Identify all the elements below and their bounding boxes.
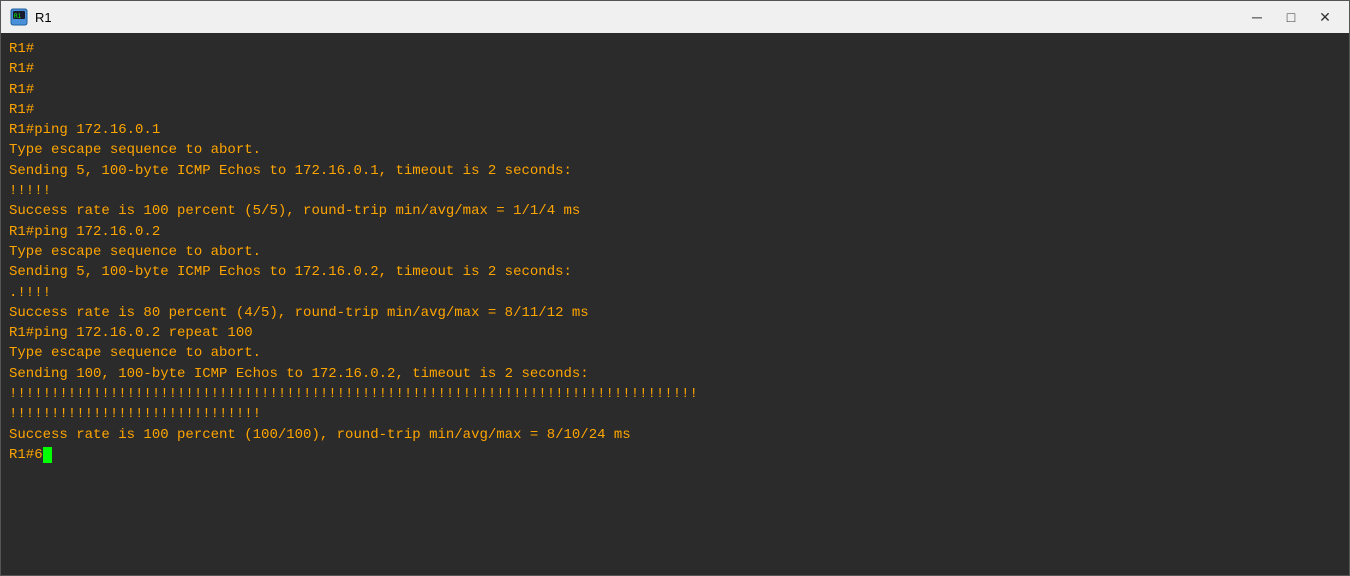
terminal-line: R1# — [9, 39, 1341, 59]
terminal-line: R1#ping 172.16.0.2 repeat 100 — [9, 323, 1341, 343]
title-bar-controls: ─ □ ✕ — [1241, 5, 1341, 29]
terminal-line: Sending 5, 100-byte ICMP Echos to 172.16… — [9, 161, 1341, 181]
terminal-line: .!!!! — [9, 283, 1341, 303]
terminal-line: Success rate is 100 percent (100/100), r… — [9, 425, 1341, 445]
title-bar: R1 R1 ─ □ ✕ — [1, 1, 1349, 33]
terminal-window: R1 R1 ─ □ ✕ R1#R1#R1#R1#R1#ping 172.16.0… — [0, 0, 1350, 576]
svg-text:R1: R1 — [14, 13, 22, 20]
window-title: R1 — [35, 10, 52, 25]
title-bar-left: R1 R1 — [9, 7, 52, 27]
terminal-line: R1# — [9, 100, 1341, 120]
terminal-line: !!!!!!!!!!!!!!!!!!!!!!!!!!!!!! — [9, 404, 1341, 424]
terminal-line: Sending 100, 100-byte ICMP Echos to 172.… — [9, 364, 1341, 384]
terminal-line: R1# — [9, 59, 1341, 79]
terminal-line: Type escape sequence to abort. — [9, 242, 1341, 262]
terminal-line: R1#ping 172.16.0.1 — [9, 120, 1341, 140]
terminal-line: Success rate is 100 percent (5/5), round… — [9, 201, 1341, 221]
terminal-line: Type escape sequence to abort. — [9, 343, 1341, 363]
terminal-line: !!!!! — [9, 181, 1341, 201]
close-button[interactable]: ✕ — [1309, 5, 1341, 29]
terminal-line: Success rate is 80 percent (4/5), round-… — [9, 303, 1341, 323]
terminal-line: !!!!!!!!!!!!!!!!!!!!!!!!!!!!!!!!!!!!!!!!… — [9, 384, 1341, 404]
terminal-line: R1#6 — [9, 445, 1341, 465]
terminal-line: R1#ping 172.16.0.2 — [9, 222, 1341, 242]
terminal-line: Type escape sequence to abort. — [9, 140, 1341, 160]
minimize-button[interactable]: ─ — [1241, 5, 1273, 29]
maximize-button[interactable]: □ — [1275, 5, 1307, 29]
terminal-line: Sending 5, 100-byte ICMP Echos to 172.16… — [9, 262, 1341, 282]
terminal-icon: R1 — [9, 7, 29, 27]
terminal-output[interactable]: R1#R1#R1#R1#R1#ping 172.16.0.1Type escap… — [1, 33, 1349, 575]
terminal-line: R1# — [9, 80, 1341, 100]
terminal-cursor — [43, 447, 52, 463]
